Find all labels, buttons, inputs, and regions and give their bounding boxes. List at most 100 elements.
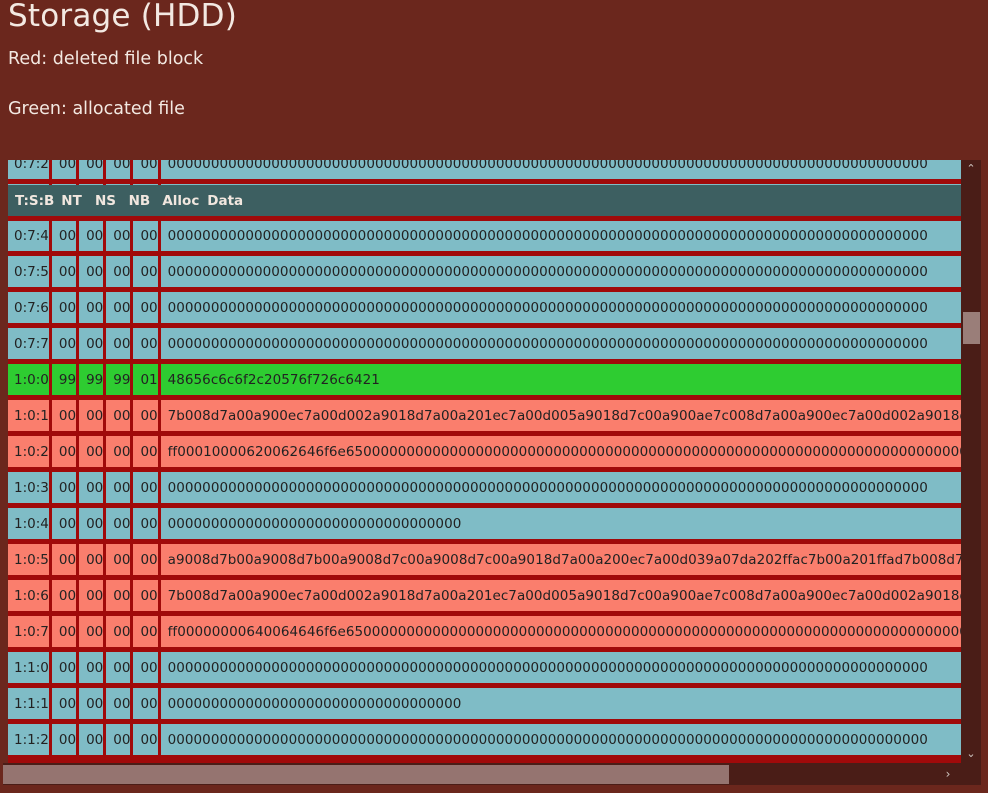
cell-alloc: 00: [131, 160, 161, 184]
cell-nb: 00: [104, 685, 134, 724]
legend-deleted: Red: deleted file block: [8, 49, 204, 69]
cell-ns: 00: [77, 577, 107, 616]
cell-nt: 00: [50, 577, 80, 616]
cell-tsb: 0:7:5: [8, 253, 52, 292]
cell-tsb: 1:0:6: [8, 577, 52, 616]
column-header-nt: NT: [54, 185, 88, 221]
cell-alloc: 00: [131, 433, 161, 472]
cell-ns: 00: [77, 289, 107, 328]
chevron-down-icon[interactable]: ⌄: [961, 745, 981, 763]
cell-data: ff00000000640064646f6e650000000000000000…: [159, 613, 961, 652]
cell-nt: 00: [50, 217, 80, 256]
cell-nt: 00: [50, 721, 80, 760]
column-header-nb: NB: [121, 185, 156, 221]
cell-nb: 00: [104, 613, 134, 652]
cell-alloc: 00: [131, 397, 161, 436]
cell-data: 0000000000000000000000000000000000000000…: [159, 469, 961, 508]
chevron-right-icon[interactable]: ›: [939, 763, 957, 785]
cell-data: 7b008d7a00a900ec7a00d002a9018d7a00a201ec…: [159, 577, 961, 616]
table-row: 1:0:1 00 00 00 00 7b008d7a00a900ec7a00d002a90…: [8, 397, 961, 436]
table-row: 1:0:5 00 00 00 00 a9008d7b00a9008d7b00a9008d7…: [8, 541, 961, 580]
cell-data: 0000000000000000000000000000000000: [159, 505, 961, 544]
column-header-tsb: T:S:B: [8, 185, 55, 221]
cell-ns: 00: [77, 160, 107, 184]
horizontal-scroll-thumb[interactable]: [3, 765, 729, 784]
chevron-up-icon[interactable]: ⌃: [961, 160, 981, 178]
table-row: 1:0:4 00 00 00 00 000000000000000000000000000…: [8, 505, 961, 544]
cell-ns: 00: [77, 217, 107, 256]
cell-ns: 00: [77, 649, 107, 688]
cell-nb: 00: [104, 469, 134, 508]
cell-nb: 00: [104, 721, 134, 760]
cell-nt: 00: [50, 160, 80, 184]
cell-tsb: 1:0:7: [8, 613, 52, 652]
cell-ns: 00: [77, 253, 107, 292]
cell-tsb: 1:1:2: [8, 721, 52, 760]
cell-nt: 00: [50, 469, 80, 508]
table-row: 1:0:2 00 00 00 00 ff00010000620062646f6e65000…: [8, 433, 961, 472]
cell-ns: 00: [77, 541, 107, 580]
table-row: 1:0:3 00 00 00 00 000000000000000000000000000…: [8, 469, 961, 508]
storage-table-header: T:S:B NT NS NB Alloc Data: [8, 185, 961, 221]
cell-alloc: 00: [131, 217, 161, 256]
cell-tsb: 0:7:6: [8, 289, 52, 328]
cell-nb: 00: [104, 397, 134, 436]
column-header-data: Data: [200, 185, 961, 221]
cell-alloc: 00: [131, 649, 161, 688]
legend-allocated: Green: allocated file: [8, 99, 185, 119]
cell-alloc: 00: [131, 505, 161, 544]
cell-tsb: 0:7:2: [8, 160, 52, 184]
cell-ns: 00: [77, 469, 107, 508]
storage-table-viewport[interactable]: 0:7:2 00 00 00 00 000000000000000000000000000…: [8, 160, 961, 763]
cell-nt: 00: [50, 649, 80, 688]
cell-nt: 00: [50, 397, 80, 436]
cell-data: 0000000000000000000000000000000000000000…: [159, 721, 961, 760]
cell-tsb: 1:0:1: [8, 397, 52, 436]
cell-data: 7b008d7a00a900ec7a00d002a9018d7a00a201ec…: [159, 397, 961, 436]
storage-table: 0:7:2 00 00 00 00 000000000000000000000000000…: [8, 160, 961, 760]
cell-tsb: 1:0:4: [8, 505, 52, 544]
cell-nb: 00: [104, 649, 134, 688]
cell-tsb: 1:0:5: [8, 541, 52, 580]
table-row: 1:1:0 00 00 00 00 000000000000000000000000000…: [8, 649, 961, 688]
cell-data: 0000000000000000000000000000000000000000…: [159, 289, 961, 328]
cell-alloc: 00: [131, 253, 161, 292]
cell-nt: 00: [50, 289, 80, 328]
cell-nb: 99: [104, 361, 134, 400]
cell-nb: 00: [104, 325, 134, 364]
cell-data: 0000000000000000000000000000000000000000…: [159, 160, 961, 184]
horizontal-scrollbar[interactable]: ›: [3, 763, 961, 785]
cell-nt: 00: [50, 433, 80, 472]
cell-alloc: 00: [131, 685, 161, 724]
cell-nb: 00: [104, 253, 134, 292]
cell-alloc: 00: [131, 289, 161, 328]
cell-data: 0000000000000000000000000000000000000000…: [159, 253, 961, 292]
cell-data: a9008d7b00a9008d7b00a9008d7c00a9008d7c00…: [159, 541, 961, 580]
cell-nb: 00: [104, 160, 134, 184]
cell-data: 0000000000000000000000000000000000000000…: [159, 217, 961, 256]
cell-tsb: 0:7:4: [8, 217, 52, 256]
cell-nt: 00: [50, 541, 80, 580]
vertical-scrollbar[interactable]: ⌃ ⌄: [961, 160, 981, 763]
cell-alloc: 00: [131, 469, 161, 508]
cell-alloc: 01: [131, 361, 161, 400]
cell-ns: 00: [77, 325, 107, 364]
cell-alloc: 00: [131, 541, 161, 580]
cell-alloc: 00: [131, 577, 161, 616]
cell-tsb: 1:1:1: [8, 685, 52, 724]
cell-nt: 99: [50, 361, 80, 400]
table-row: 0:7:7 00 00 00 00 000000000000000000000000000…: [8, 325, 961, 364]
cell-data: 0000000000000000000000000000000000000000…: [159, 649, 961, 688]
cell-data: 48656c6c6f2c20576f726c6421: [159, 361, 961, 400]
cell-nt: 00: [50, 505, 80, 544]
table-row: 0:7:5 00 00 00 00 000000000000000000000000000…: [8, 253, 961, 292]
vertical-scroll-thumb[interactable]: [963, 312, 980, 344]
cell-ns: 00: [77, 685, 107, 724]
cell-data: ff00010000620062646f6e650000000000000000…: [159, 433, 961, 472]
scrollbar-corner: [961, 763, 981, 785]
table-row: 1:1:2 00 00 00 00 000000000000000000000000000…: [8, 721, 961, 760]
cell-alloc: 00: [131, 721, 161, 760]
table-row: 0:7:2 00 00 00 00 000000000000000000000000000…: [8, 160, 961, 184]
cell-nb: 00: [104, 217, 134, 256]
cell-nb: 00: [104, 433, 134, 472]
